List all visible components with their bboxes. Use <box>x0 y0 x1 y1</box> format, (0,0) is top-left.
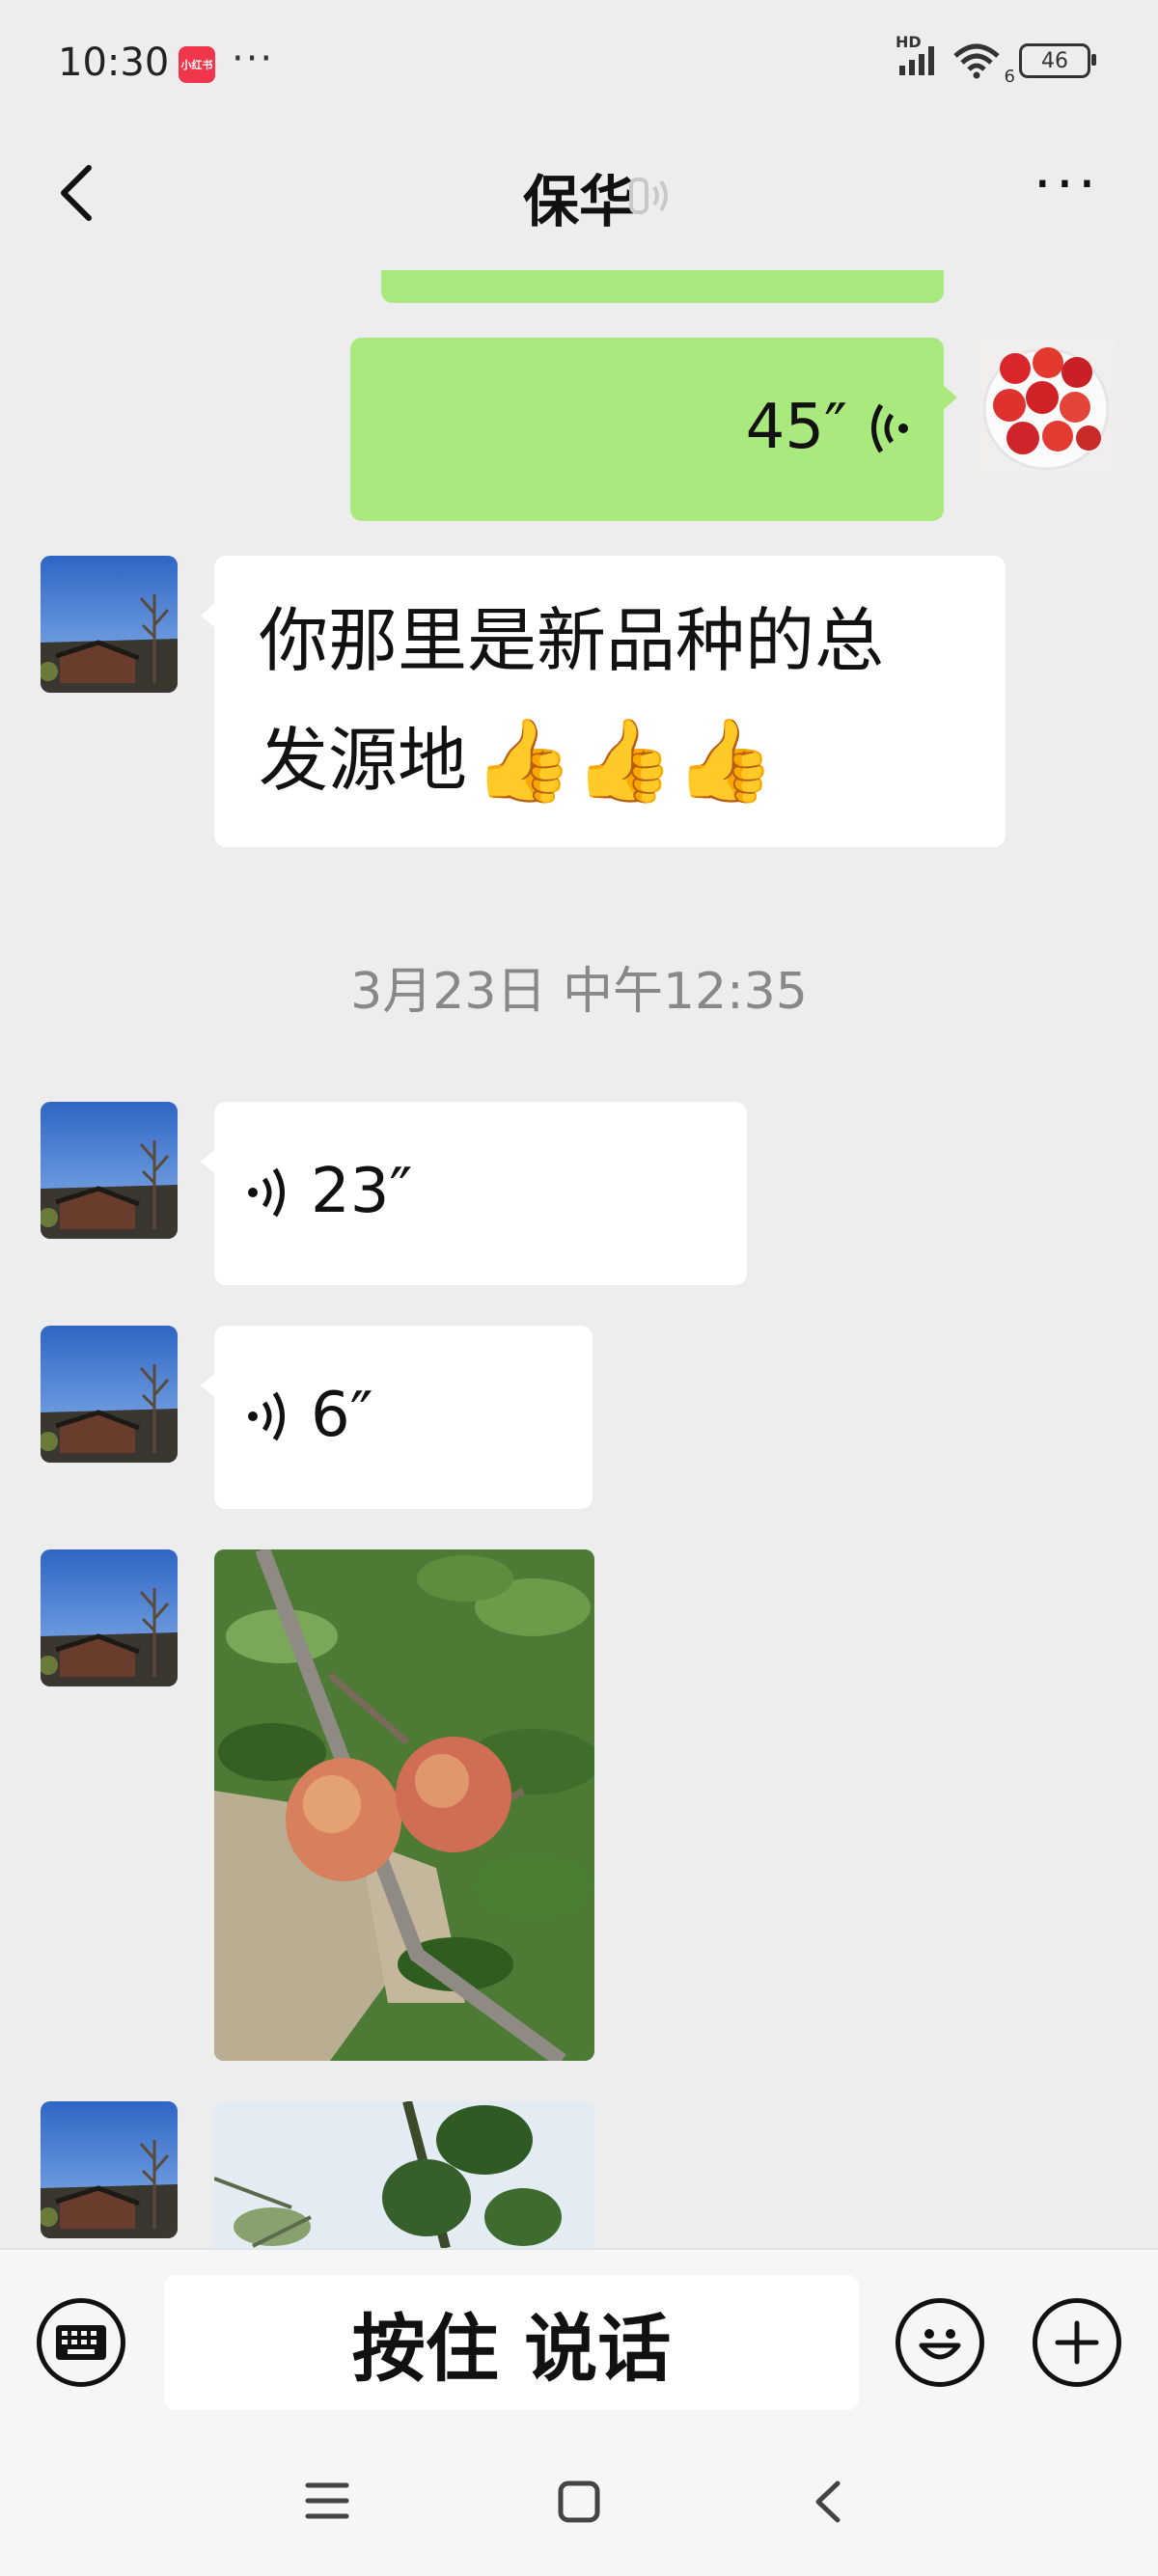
plus-icon <box>1055 2320 1099 2365</box>
wifi-icon: 6 <box>951 42 1015 87</box>
received-voice-message[interactable]: 6″ <box>201 1326 593 1509</box>
status-more-icon: ··· <box>232 37 275 81</box>
thumbs-up-emoji-icon: 👍 <box>675 713 776 808</box>
pear-tree-photo-icon <box>214 1549 594 2061</box>
status-time: 10:30 <box>58 41 170 85</box>
voice-wave-icon <box>248 1167 285 1218</box>
received-voice-message[interactable]: 23″ <box>201 1102 747 1285</box>
message-line-with-emoji: 发源地 👍 👍 👍 <box>259 700 884 820</box>
my-avatar[interactable] <box>980 338 1117 475</box>
tree-sky-photo-icon <box>214 2101 594 2248</box>
house-sky-photo-icon <box>41 1102 178 1239</box>
house-sky-photo-icon <box>41 556 178 693</box>
message-line: 发源地 <box>259 720 468 801</box>
message-line: 你那里是新品种的总 <box>259 600 885 681</box>
received-text-message[interactable]: 你那里是新品种的总 发源地 👍 👍 👍 <box>201 556 1006 847</box>
house-sky-photo-icon <box>41 1326 178 1463</box>
voice-duration: 6″ <box>311 1380 373 1451</box>
contact-avatar[interactable] <box>41 1549 178 1686</box>
recent-apps-button[interactable] <box>304 2480 350 2526</box>
voice-duration: 23″ <box>311 1156 413 1227</box>
sent-bubble-partial[interactable] <box>381 270 944 303</box>
chat-title: 保华 <box>522 169 635 234</box>
status-indicators: HD 6 46 <box>896 33 1096 87</box>
contact-avatar[interactable] <box>41 1326 178 1463</box>
thumbs-up-emoji-icon: 👍 <box>573 713 676 808</box>
xiaohongshu-app-icon: 小红书 <box>179 46 215 83</box>
house-sky-photo-icon <box>41 1549 178 1686</box>
chevron-left-icon <box>815 2480 841 2523</box>
house-sky-photo-icon <box>41 2101 178 2238</box>
more-functions-button[interactable] <box>1033 2298 1121 2387</box>
hold-to-talk-button[interactable]: 按住 说话 <box>164 2275 859 2410</box>
keyboard-toggle-button[interactable] <box>37 2298 125 2387</box>
received-image-message[interactable] <box>214 2101 594 2248</box>
voice-wave-icon <box>248 1391 285 1441</box>
contact-avatar[interactable] <box>41 556 178 693</box>
contact-avatar[interactable] <box>41 2101 178 2238</box>
message-timestamp: 3月23日 中午12:35 <box>350 963 808 1021</box>
smiley-icon <box>919 2329 961 2360</box>
keyboard-icon <box>56 2325 106 2360</box>
contact-avatar[interactable] <box>41 1102 178 1239</box>
home-button[interactable] <box>557 2480 601 2528</box>
system-back-button[interactable] <box>811 2478 845 2530</box>
voice-duration: 45″ <box>745 392 847 463</box>
sent-voice-message[interactable]: 45″ <box>350 338 957 521</box>
emoji-button[interactable] <box>896 2298 984 2387</box>
thumbs-up-emoji-icon: 👍 <box>473 713 574 808</box>
chat-more-button[interactable]: ··· <box>1034 155 1100 213</box>
tomato-plate-photo-icon <box>980 338 1117 475</box>
voice-wave-icon <box>871 403 908 453</box>
hd-label: HD <box>896 33 922 51</box>
wifi-sub-label: 6 <box>1004 67 1015 87</box>
signal-icon: HD <box>896 33 934 75</box>
square-home-icon <box>558 2480 600 2523</box>
voice-mode-icon <box>627 172 672 224</box>
received-image-message[interactable] <box>214 1549 594 2061</box>
battery-icon: 46 <box>1019 43 1096 78</box>
menu-icon <box>305 2482 349 2519</box>
